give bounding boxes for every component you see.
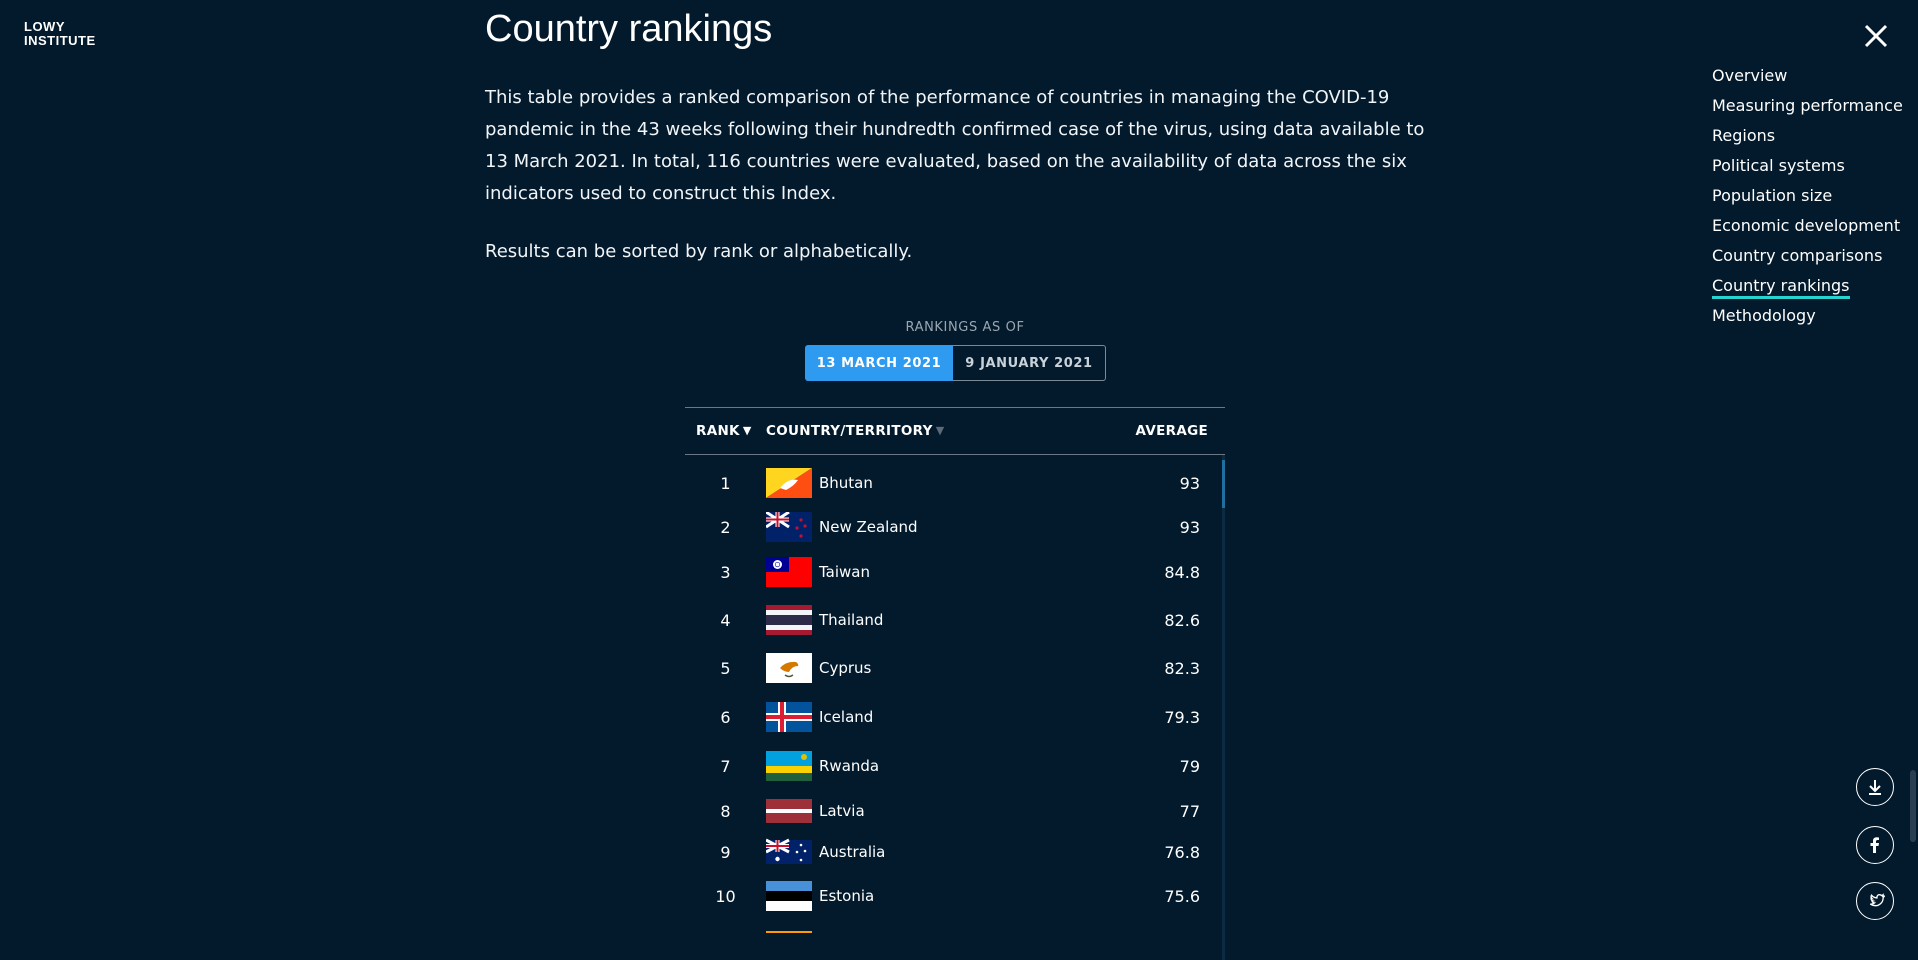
flag-taiwan-icon (766, 557, 812, 587)
flag-australia-icon (766, 837, 812, 867)
twitter-share-button[interactable] (1856, 882, 1894, 920)
flag-cyprus-icon (766, 653, 812, 683)
rankings-caption: RANKINGS AS OF (905, 320, 1025, 335)
date-toggle: 13 MARCH 2021 9 JANUARY 2021 (805, 345, 1106, 381)
nav-item-country-rankings[interactable]: Country rankings (1712, 271, 1903, 301)
chevron-down-icon: ▼ (742, 424, 752, 437)
table-row[interactable]: 3 Taiwan 84.8 (685, 554, 1221, 590)
rank-column-header[interactable]: RANK ▼ (685, 423, 766, 439)
flag-rwanda-icon (766, 751, 812, 781)
twitter-icon (1869, 893, 1885, 907)
nav-item-economic-development[interactable]: Economic development (1712, 211, 1903, 241)
nav-item-country-comparisons[interactable]: Country comparisons (1712, 241, 1903, 271)
nav-item-political-systems[interactable]: Political systems (1712, 151, 1903, 181)
table-row[interactable]: 10 Estonia 75.6 (685, 878, 1221, 914)
flag-thailand-icon (766, 605, 812, 635)
page-scrollbar-thumb[interactable] (1910, 770, 1916, 842)
page-title: Country rankings (485, 8, 773, 50)
intro-paragraph: This table provides a ranked comparison … (485, 87, 1425, 204)
table-scrollbar[interactable] (1222, 455, 1225, 960)
flag-latvia-icon (766, 796, 812, 826)
nav-item-regions[interactable]: Regions (1712, 121, 1903, 151)
date-option-13-march-2021[interactable]: 13 MARCH 2021 (805, 345, 953, 381)
facebook-icon (1870, 837, 1879, 853)
flag-estonia-icon (766, 881, 812, 911)
table-header: RANK ▼ COUNTRY/TERRITORY ▼ AVERAGE (685, 407, 1225, 455)
average-column-header: AVERAGE (1135, 423, 1208, 439)
download-button[interactable] (1856, 768, 1894, 806)
country-column-header[interactable]: COUNTRY/TERRITORY ▼ (766, 423, 1105, 439)
close-icon[interactable] (1860, 20, 1892, 52)
table-scrollbar-thumb[interactable] (1222, 460, 1225, 508)
facebook-share-button[interactable] (1856, 826, 1894, 864)
table-row[interactable]: 8 Latvia 77 (685, 793, 1221, 829)
rankings-table: RANK ▼ COUNTRY/TERRITORY ▼ AVERAGE 1 Bhuta… (685, 407, 1225, 960)
nav-item-population-size[interactable]: Population size (1712, 181, 1903, 211)
lowy-institute-logo[interactable]: LOWY INSTITUTE (24, 20, 96, 48)
table-row[interactable]: 1 Bhutan 93 (685, 465, 1221, 501)
flag-new-zealand-icon (766, 512, 812, 542)
flag-partial-icon (766, 931, 812, 960)
logo-line-1: LOWY (24, 19, 65, 34)
table-row[interactable]: 5 Cyprus 82.3 (685, 650, 1221, 686)
table-row[interactable]: 7 Rwanda 79 (685, 748, 1221, 784)
table-row-partial[interactable] (685, 928, 1221, 960)
flag-iceland-icon (766, 702, 812, 732)
table-body[interactable]: 1 Bhutan 93 2 New Zealand 93 3 Taiwan 84… (685, 455, 1225, 960)
logo-line-2: INSTITUTE (24, 33, 96, 48)
table-row[interactable]: 2 New Zealand 93 (685, 509, 1221, 545)
table-row[interactable]: 9 Australia 76.8 (685, 834, 1221, 870)
chevron-down-icon: ▼ (935, 424, 945, 437)
nav-item-overview[interactable]: Overview (1712, 61, 1903, 91)
flag-bhutan-icon (766, 468, 812, 498)
date-option-9-january-2021[interactable]: 9 JANUARY 2021 (953, 345, 1106, 381)
nav-item-measuring-performance[interactable]: Measuring performance (1712, 91, 1903, 121)
nav-item-methodology[interactable]: Methodology (1712, 301, 1903, 331)
table-row[interactable]: 4 Thailand 82.6 (685, 602, 1221, 638)
sort-hint-paragraph: Results can be sorted by rank or alphabe… (485, 241, 913, 262)
section-nav: Overview Measuring performance Regions P… (1712, 61, 1903, 331)
download-icon (1869, 780, 1881, 795)
table-row[interactable]: 6 Iceland 79.3 (685, 699, 1221, 735)
